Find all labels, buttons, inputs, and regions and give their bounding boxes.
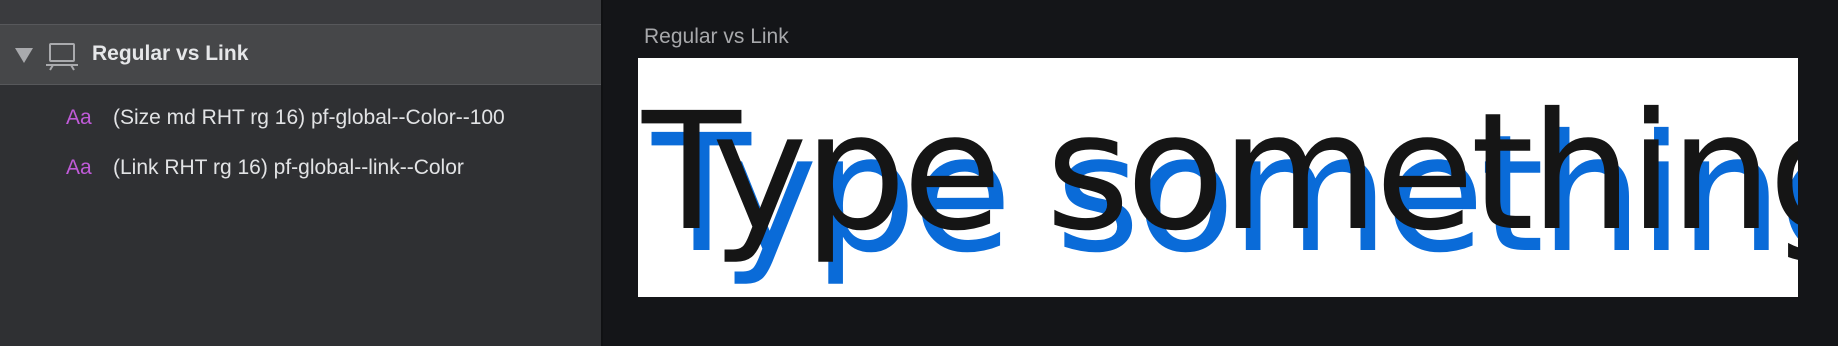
text-style-icon: Aa (66, 156, 92, 179)
layers-sidebar: Regular vs Link Aa (Size md RHT rg 16) p… (0, 0, 603, 346)
app-root: Regular vs Link Aa (Size md RHT rg 16) p… (0, 0, 1838, 346)
layer-group-regular-vs-link[interactable]: Regular vs Link (0, 25, 601, 85)
text-style-label: (Link RHT rg 16) pf-global--link--Color (113, 156, 464, 179)
disclosure-triangle-icon[interactable] (15, 48, 33, 63)
artboard[interactable]: Type something Type something (638, 58, 1798, 297)
artboard-icon (46, 43, 78, 71)
sidebar-header-strip (0, 0, 601, 25)
text-style-item-regular[interactable]: Aa (Size md RHT rg 16) pf-global--Color-… (0, 94, 601, 142)
text-style-item-link[interactable]: Aa (Link RHT rg 16) pf-global--link--Col… (0, 144, 601, 192)
text-style-icon: Aa (66, 106, 92, 129)
artboard-title[interactable]: Regular vs Link (644, 25, 789, 49)
text-style-label: (Size md RHT rg 16) pf-global--Color--10… (113, 106, 505, 129)
regular-text-layer[interactable]: Type something (642, 92, 1798, 254)
layer-group-label: Regular vs Link (92, 42, 249, 65)
